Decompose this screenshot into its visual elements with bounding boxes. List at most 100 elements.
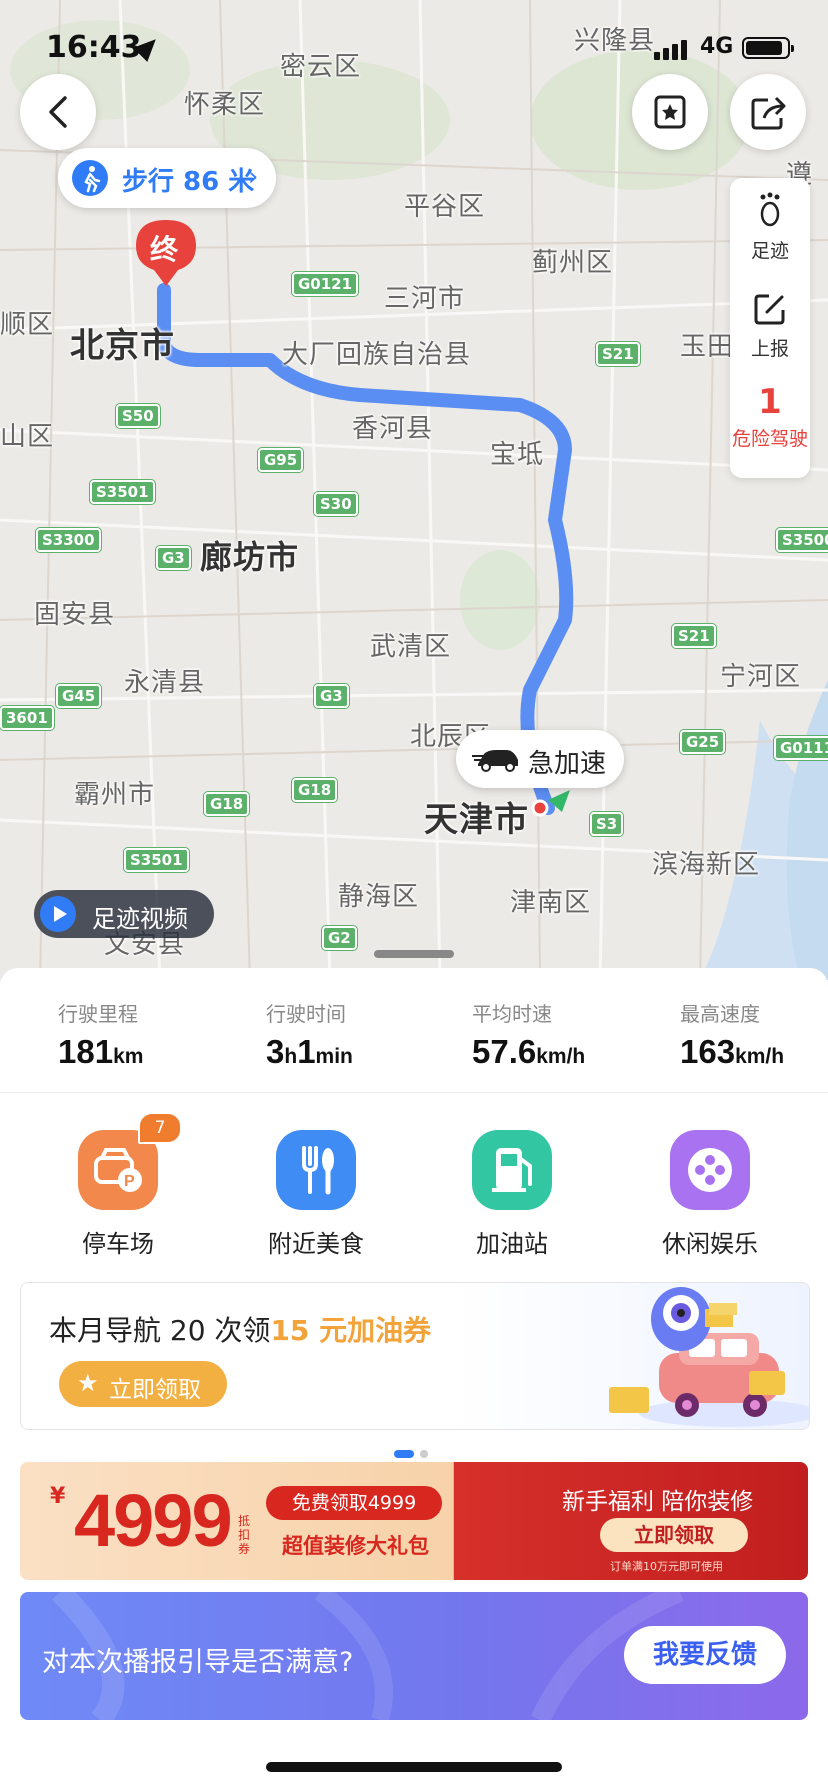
walk-distance-button[interactable]: 步行 86 米 › — [58, 148, 276, 208]
carousel-dot-active — [394, 1449, 414, 1458]
event-marker-rapid-accel[interactable]: 急加速 — [456, 730, 624, 788]
fuel-pump-icon — [472, 1130, 552, 1210]
voice-feedback-banner: 对本次播报引导是否满意? 我要反馈 — [20, 1592, 808, 1720]
signal-icon — [654, 40, 690, 60]
footprint-button[interactable]: 足迹 — [730, 192, 810, 263]
service-entertainment[interactable]: 休闲娱乐 — [630, 1130, 790, 1259]
back-button[interactable] — [20, 74, 96, 150]
carousel-indicator — [394, 1443, 434, 1462]
walk-distance-label: 步行 86 米 — [122, 167, 255, 197]
place-label: 顺区 — [0, 310, 55, 340]
danger-count: 1 — [758, 382, 782, 422]
danger-label: 危险驾驶 — [731, 428, 808, 450]
promo-title-prefix: 本月导航 20 次领 — [49, 1314, 271, 1347]
service-gas-station[interactable]: 加油站 — [432, 1130, 592, 1259]
trip-detail-sheet: 行驶里程 181km 行驶时间 3h1min 平均时速 57.6km/h 最高速… — [0, 968, 828, 1792]
stat-unit: min — [315, 1045, 353, 1068]
stat-number: 57.6 — [472, 1033, 537, 1070]
film-reel-icon — [670, 1130, 750, 1210]
ad-note: 订单满10万元即可使用 — [610, 1560, 723, 1573]
car-speed-icon — [472, 750, 518, 772]
road-shield: G3 — [156, 546, 191, 570]
place-label: 静海区 — [338, 882, 420, 912]
ad-claim-button[interactable]: 立即领取 — [600, 1518, 748, 1552]
place-label: 大厂回族自治县 — [282, 340, 472, 370]
stat-avg-speed: 平均时速 57.6km/h — [472, 998, 585, 1071]
renovation-ad-banner[interactable]: ¥ 4999 抵扣券 免费领取4999 超值装修大礼包 新手福利 陪你装修 立即… — [20, 1462, 808, 1580]
star-icon: ★ — [77, 1369, 99, 1397]
ad-currency: ¥ — [50, 1484, 66, 1509]
ad-free-claim-pill: 免费领取4999 — [266, 1486, 442, 1520]
stat-unit: km/h — [735, 1045, 785, 1068]
service-label: 停车场 — [82, 1230, 154, 1258]
road-shield: S3 — [590, 812, 624, 836]
fuel-coupon-promo[interactable]: 本月导航 20 次领15 元加油券 ★ 立即领取 — [20, 1282, 810, 1430]
road-shield: G95 — [258, 448, 304, 472]
carousel-dot — [420, 1449, 428, 1458]
report-button[interactable]: 上报 — [730, 292, 810, 361]
feedback-button[interactable]: 我要反馈 — [624, 1626, 786, 1684]
stat-number: 3 — [266, 1033, 285, 1070]
stat-unit: km/h — [536, 1045, 586, 1068]
report-label: 上报 — [750, 338, 789, 360]
road-shield: G18 — [204, 792, 250, 816]
road-shield: G2 — [322, 926, 357, 950]
battery-icon — [742, 37, 794, 59]
bookmark-star-icon — [654, 95, 686, 129]
service-label: 附近美食 — [268, 1230, 364, 1258]
footprint-video-label: 足迹视频 — [92, 905, 188, 933]
place-label: 怀柔区 — [184, 90, 266, 120]
sheet-drag-handle[interactable] — [374, 950, 454, 958]
road-shield: S3501 — [90, 480, 155, 504]
edit-icon — [754, 294, 785, 325]
danger-driving-button[interactable]: 1 危险驾驶 — [730, 384, 810, 451]
ad-voucher-label: 抵扣券 — [238, 1514, 251, 1556]
share-icon — [751, 96, 786, 130]
destination-marker[interactable]: 终 — [136, 220, 196, 288]
road-shield: G0111 — [774, 736, 828, 760]
road-shield: S21 — [596, 342, 640, 366]
stat-duration: 行驶时间 3h1min — [266, 998, 353, 1071]
car-mascot-illustration — [609, 1287, 809, 1427]
service-food[interactable]: 附近美食 — [236, 1130, 396, 1259]
promo-title-highlight: 15 元加油券 — [270, 1314, 432, 1347]
place-label-city: 天津市 — [424, 800, 529, 840]
stat-unit: h — [284, 1045, 298, 1068]
ad-amount: 4999 — [74, 1479, 233, 1562]
stat-caption: 行驶时间 — [266, 1002, 346, 1026]
service-parking[interactable]: P 7 停车场 — [38, 1112, 198, 1259]
place-label: 津南区 — [510, 888, 592, 918]
chevron-left-icon — [49, 96, 67, 128]
place-label: 平谷区 — [404, 192, 486, 222]
place-label: 玉田 — [680, 332, 735, 362]
road-shield: S3500 — [776, 528, 828, 552]
event-label: 急加速 — [528, 749, 607, 779]
favorite-button[interactable] — [632, 74, 708, 150]
fork-spoon-icon — [276, 1130, 356, 1210]
promo-title: 本月导航 20 次领15 元加油券 — [49, 1309, 431, 1349]
claim-coupon-button[interactable]: ★ 立即领取 — [59, 1361, 227, 1407]
ad-right-title: 新手福利 陪你装修 — [562, 1489, 754, 1515]
road-shield: G45 — [56, 684, 102, 708]
route-map[interactable]: 兴隆县 密云区 怀柔区 平谷区 蓟州区 三河市 顺区 北京市 大厂回族自治县 玉… — [0, 0, 828, 980]
road-shield: S3300 — [36, 528, 101, 552]
parking-badge: 7 — [138, 1112, 182, 1144]
feedback-question: 对本次播报引导是否满意? — [42, 1647, 354, 1678]
status-time: 16:43 — [46, 30, 142, 65]
place-label-city: 北京市 — [70, 326, 175, 366]
place-label: 永清县 — [124, 668, 206, 698]
place-label: 山区 — [0, 422, 55, 452]
home-indicator[interactable] — [266, 1762, 562, 1772]
footprint-video-button[interactable]: 足迹视频 — [34, 890, 214, 938]
service-label: 加油站 — [476, 1230, 548, 1258]
claim-coupon-label: 立即领取 — [109, 1377, 201, 1403]
trip-stats: 行驶里程 181km 行驶时间 3h1min 平均时速 57.6km/h 最高速… — [0, 968, 828, 1093]
stat-distance: 行驶里程 181km — [58, 998, 143, 1071]
road-shield: S50 — [116, 404, 160, 428]
road-shield: G25 — [680, 730, 726, 754]
place-label: 香河县 — [352, 414, 434, 444]
place-label: 宝坻 — [490, 440, 545, 470]
stat-max-speed: 最高速度 163km/h — [680, 998, 784, 1071]
share-button[interactable] — [730, 74, 806, 150]
place-label: 固安县 — [34, 600, 116, 630]
